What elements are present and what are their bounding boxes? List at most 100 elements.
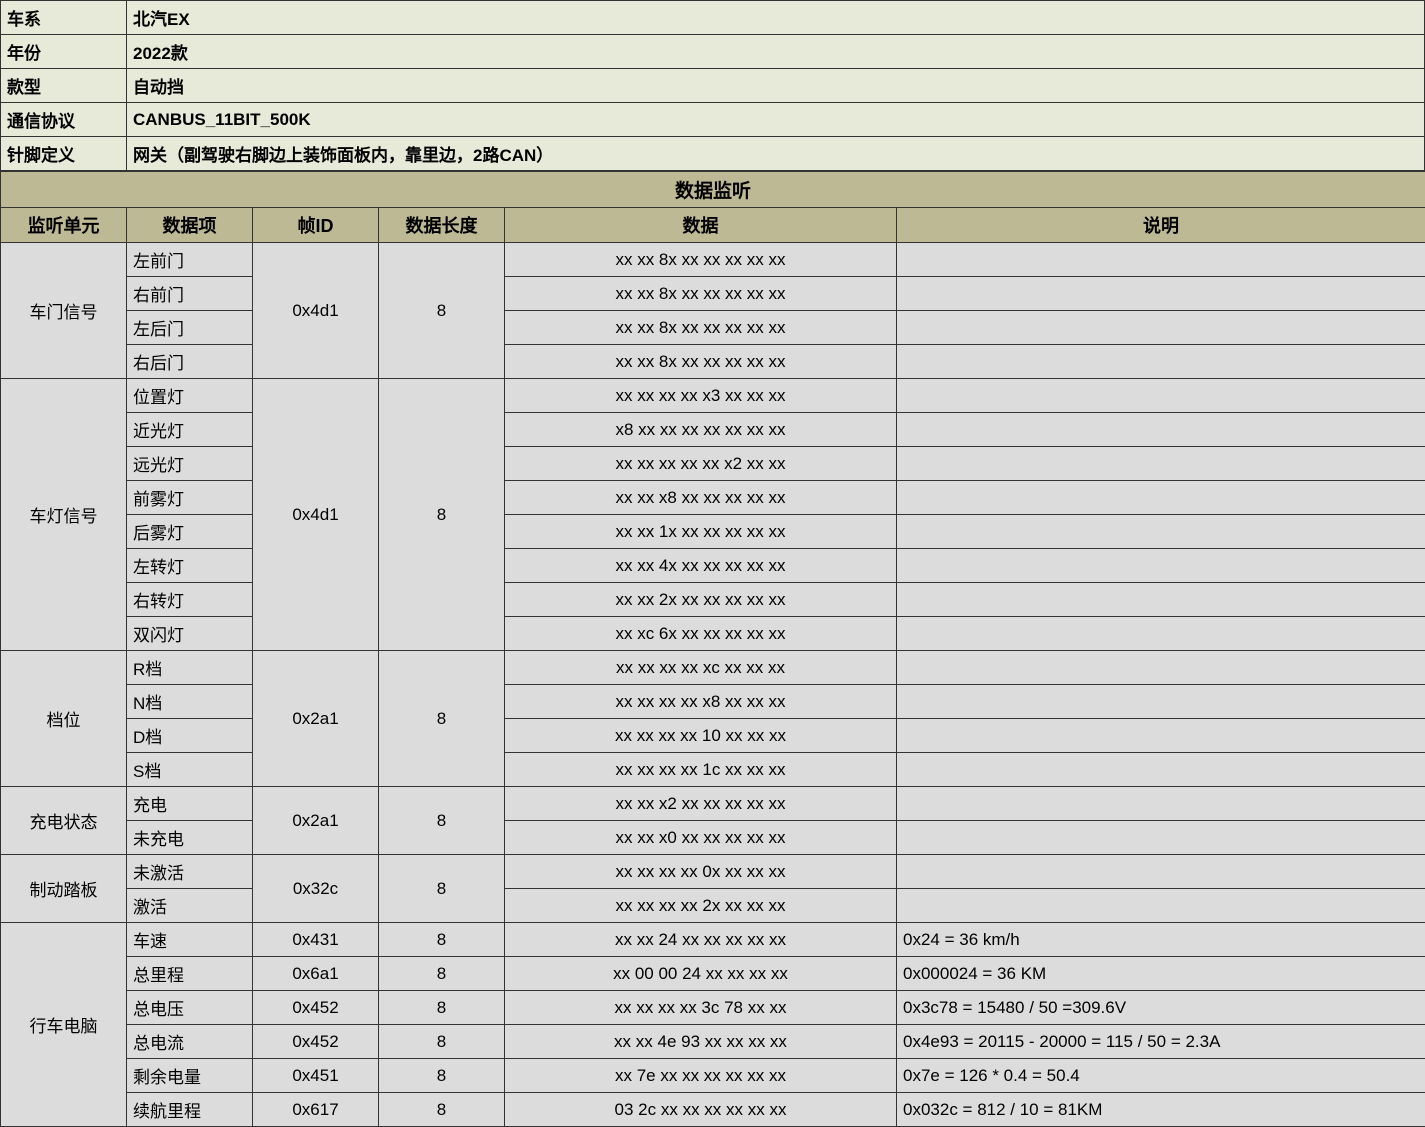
unit-cell: 充电状态 — [1, 787, 127, 855]
len-cell: 8 — [379, 651, 505, 787]
item-cell: 右转灯 — [127, 583, 253, 617]
label-protocol: 通信协议 — [1, 103, 127, 137]
col-data: 数据 — [505, 208, 897, 243]
data-cell: xx xx xx xx 10 xx xx xx — [505, 719, 897, 753]
note-cell — [897, 583, 1425, 617]
label-trim: 款型 — [1, 69, 127, 103]
note-cell — [897, 243, 1425, 277]
data-cell: xx xc 6x xx xx xx xx xx — [505, 617, 897, 651]
data-cell: xx xx xx xx x8 xx xx xx — [505, 685, 897, 719]
data-cell: xx xx x0 xx xx xx xx xx — [505, 821, 897, 855]
data-cell: xx xx x8 xx xx xx xx xx — [505, 481, 897, 515]
item-cell: 近光灯 — [127, 413, 253, 447]
note-cell — [897, 617, 1425, 651]
note-cell: 0x4e93 = 20115 - 20000 = 115 / 50 = 2.3A — [897, 1025, 1425, 1059]
note-cell — [897, 549, 1425, 583]
note-cell — [897, 515, 1425, 549]
unit-cell: 档位 — [1, 651, 127, 787]
item-cell: R档 — [127, 651, 253, 685]
value-protocol: CANBUS_11BIT_500K — [127, 103, 1425, 137]
data-cell: xx xx 24 xx xx xx xx xx — [505, 923, 897, 957]
note-cell: 0x7e = 126 * 0.4 = 50.4 — [897, 1059, 1425, 1093]
len-cell: 8 — [379, 379, 505, 651]
note-cell — [897, 889, 1425, 923]
frameid-cell: 0x451 — [253, 1059, 379, 1093]
note-cell: 0x032c = 812 / 10 = 81KM — [897, 1093, 1425, 1127]
item-cell: N档 — [127, 685, 253, 719]
unit-cell: 制动踏板 — [1, 855, 127, 923]
item-cell: S档 — [127, 753, 253, 787]
unit-cell: 车门信号 — [1, 243, 127, 379]
item-cell: 未激活 — [127, 855, 253, 889]
item-cell: 左后门 — [127, 311, 253, 345]
unit-cell: 行车电脑 — [1, 923, 127, 1127]
item-cell: 双闪灯 — [127, 617, 253, 651]
note-cell — [897, 379, 1425, 413]
item-cell: 左转灯 — [127, 549, 253, 583]
data-cell: xx xx 8x xx xx xx xx xx — [505, 311, 897, 345]
data-cell: xx 7e xx xx xx xx xx xx — [505, 1059, 897, 1093]
vehicle-header-table: 车系 北汽EX 年份 2022款 款型 自动挡 通信协议 CANBUS_11BI… — [0, 0, 1425, 171]
data-cell: xx xx xx xx xx x2 xx xx — [505, 447, 897, 481]
col-frameid: 帧ID — [253, 208, 379, 243]
note-cell: 0x24 = 36 km/h — [897, 923, 1425, 957]
note-cell — [897, 753, 1425, 787]
item-cell: 车速 — [127, 923, 253, 957]
data-cell: xx xx 4x xx xx xx xx xx — [505, 549, 897, 583]
col-unit: 监听单元 — [1, 208, 127, 243]
note-cell — [897, 311, 1425, 345]
unit-cell: 车灯信号 — [1, 379, 127, 651]
frameid-cell: 0x4d1 — [253, 379, 379, 651]
value-trim: 自动挡 — [127, 69, 1425, 103]
value-year: 2022款 — [127, 35, 1425, 69]
item-cell: 总电压 — [127, 991, 253, 1025]
item-cell: 后雾灯 — [127, 515, 253, 549]
item-cell: 右后门 — [127, 345, 253, 379]
col-note: 说明 — [897, 208, 1425, 243]
label-year: 年份 — [1, 35, 127, 69]
frameid-cell: 0x452 — [253, 991, 379, 1025]
len-cell: 8 — [379, 787, 505, 855]
note-cell — [897, 447, 1425, 481]
len-cell: 8 — [379, 243, 505, 379]
data-cell: xx xx 8x xx xx xx xx xx — [505, 345, 897, 379]
item-cell: 续航里程 — [127, 1093, 253, 1127]
note-cell — [897, 719, 1425, 753]
note-cell — [897, 651, 1425, 685]
note-cell — [897, 685, 1425, 719]
data-cell: xx xx 8x xx xx xx xx xx — [505, 243, 897, 277]
item-cell: 激活 — [127, 889, 253, 923]
note-cell — [897, 277, 1425, 311]
col-len: 数据长度 — [379, 208, 505, 243]
col-item: 数据项 — [127, 208, 253, 243]
data-cell: xx 00 00 24 xx xx xx xx — [505, 957, 897, 991]
frameid-cell: 0x452 — [253, 1025, 379, 1059]
data-monitor-table: 数据监听 监听单元 数据项 帧ID 数据长度 数据 说明 车门信号左前门 0x4d… — [0, 171, 1425, 1127]
frameid-cell: 0x431 — [253, 923, 379, 957]
data-cell: xx xx 4e 93 xx xx xx xx — [505, 1025, 897, 1059]
label-series: 车系 — [1, 1, 127, 35]
len-cell: 8 — [379, 923, 505, 957]
frameid-cell: 0x6a1 — [253, 957, 379, 991]
label-pindef: 针脚定义 — [1, 137, 127, 171]
note-cell — [897, 821, 1425, 855]
len-cell: 8 — [379, 855, 505, 923]
note-cell — [897, 481, 1425, 515]
data-cell: xx xx xx xx x3 xx xx xx — [505, 379, 897, 413]
data-cell: xx xx xx xx 2x xx xx xx — [505, 889, 897, 923]
item-cell: 剩余电量 — [127, 1059, 253, 1093]
note-cell — [897, 345, 1425, 379]
item-cell: 位置灯 — [127, 379, 253, 413]
len-cell: 8 — [379, 1059, 505, 1093]
data-cell: x8 xx xx xx xx xx xx xx — [505, 413, 897, 447]
item-cell: 总电流 — [127, 1025, 253, 1059]
data-cell: xx xx 1x xx xx xx xx xx — [505, 515, 897, 549]
data-cell: xx xx xx xx 3c 78 xx xx — [505, 991, 897, 1025]
item-cell: 左前门 — [127, 243, 253, 277]
frameid-cell: 0x617 — [253, 1093, 379, 1127]
section-title: 数据监听 — [1, 172, 1425, 208]
data-cell: xx xx xx xx 0x xx xx xx — [505, 855, 897, 889]
len-cell: 8 — [379, 1025, 505, 1059]
value-series: 北汽EX — [127, 1, 1425, 35]
len-cell: 8 — [379, 1093, 505, 1127]
